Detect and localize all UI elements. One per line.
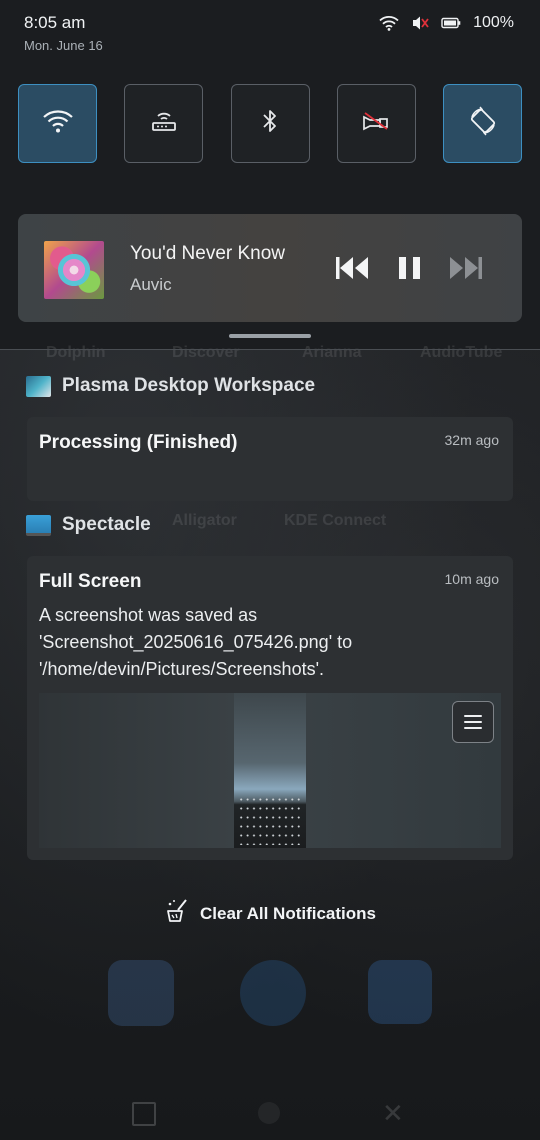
plasma-app-icon (26, 375, 51, 397)
pause-icon[interactable] (396, 254, 424, 287)
skip-previous-icon[interactable] (334, 254, 370, 287)
wifi-toggle[interactable] (18, 84, 97, 163)
notification-app-name: Plasma Desktop Workspace (62, 375, 316, 396)
flashlight-toggle[interactable] (336, 84, 416, 163)
bg-app-label: KDE Connect (284, 512, 387, 529)
thumbnail-phone-screen (234, 693, 306, 848)
broom-icon (164, 898, 190, 929)
wifi-icon (379, 15, 399, 31)
overview-icon (132, 1102, 156, 1126)
hamburger-menu-button[interactable] (452, 701, 494, 743)
spectacle-app-icon (26, 514, 51, 536)
status-time: 8:05 am (24, 13, 86, 32)
bg-app-label: Arianna (302, 344, 362, 361)
bluetooth-toggle[interactable] (230, 84, 310, 163)
navigation-bar: ✕ (0, 1098, 540, 1128)
thumbnail-keyboard (238, 795, 302, 845)
menu-icon-bar (464, 721, 482, 723)
close-icon: ✕ (382, 1098, 404, 1128)
notification-app-header: Spectacle (26, 514, 151, 536)
menu-icon-bar (464, 715, 482, 717)
skip-next-icon[interactable] (448, 254, 484, 287)
auto-rotate-toggle[interactable] (443, 84, 522, 163)
album-art (44, 241, 104, 299)
track-title: You'd Never Know (130, 243, 286, 264)
drawer-drag-handle[interactable] (229, 334, 311, 338)
screenshot-thumbnail[interactable] (39, 693, 501, 848)
bluetooth-icon (261, 108, 279, 139)
status-icons: 100% (379, 14, 514, 32)
notification-app-header: Plasma Desktop Workspace (26, 375, 315, 397)
status-date: Mon. June 16 (24, 38, 103, 53)
bg-app-icon (240, 960, 306, 1026)
notification-title: Processing (Finished) (39, 432, 238, 453)
bg-app-label: Alligator (172, 512, 237, 529)
bg-app-label: Discover (172, 344, 240, 361)
router-icon (150, 109, 178, 138)
bg-app-icon (108, 960, 174, 1026)
bg-app-label: AudioTube (420, 344, 503, 361)
track-artist: Auvic (130, 275, 172, 294)
flashlight-off-icon (361, 111, 391, 136)
clear-all-button[interactable]: Clear All Notifications (0, 898, 540, 929)
wifi-icon (42, 108, 74, 139)
bg-app-icon (368, 960, 432, 1024)
notification-time: 10m ago (444, 571, 499, 587)
quick-settings (18, 84, 522, 163)
home-icon (258, 1102, 280, 1124)
notification-card[interactable]: Processing (Finished) 32m ago (27, 417, 513, 501)
notification-app-name: Spectacle (62, 514, 151, 535)
clear-all-label: Clear All Notifications (199, 903, 376, 923)
muted-speaker-icon (411, 15, 429, 31)
media-player[interactable]: You'd Never Know Auvic (18, 214, 522, 322)
battery-icon (441, 17, 461, 29)
battery-percent: 100% (473, 14, 514, 31)
menu-icon-bar (464, 727, 482, 729)
divider (0, 349, 540, 350)
notification-title: Full Screen (39, 571, 142, 592)
notification-body: A screenshot was saved as 'Screenshot_20… (39, 605, 353, 679)
notification-card[interactable]: Full Screen 10m ago A screenshot was sav… (27, 556, 513, 860)
bg-app-label: Dolphin (46, 344, 106, 361)
rotate-icon (468, 106, 498, 141)
hotspot-toggle[interactable] (124, 84, 204, 163)
notification-time: 32m ago (444, 432, 499, 448)
